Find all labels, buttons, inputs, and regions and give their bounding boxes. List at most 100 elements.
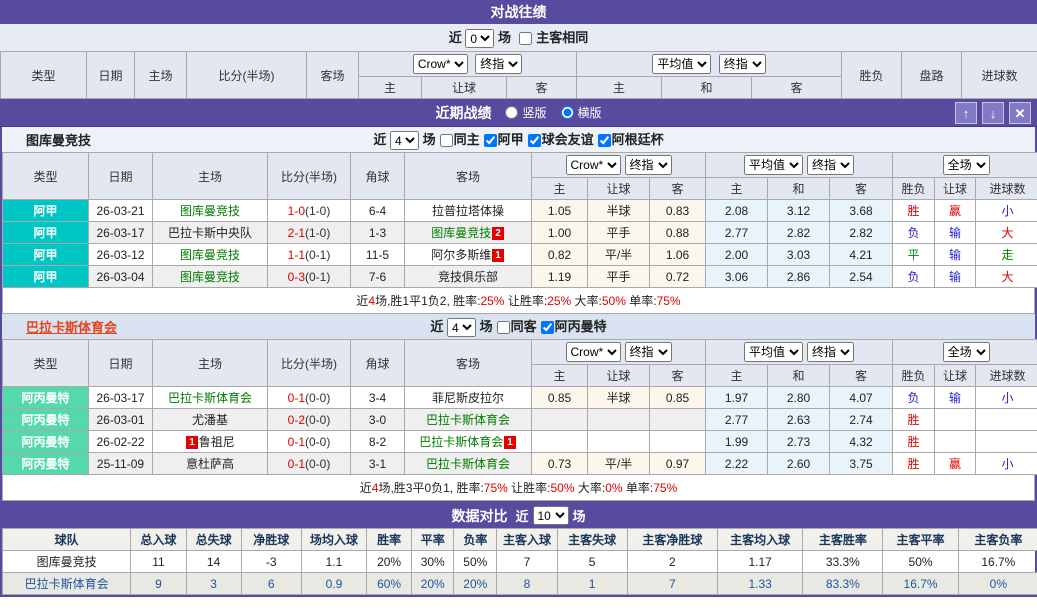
result-cell: 输 xyxy=(935,244,976,266)
layout-horizontal-option[interactable]: 横版 xyxy=(557,104,602,121)
section-filter: 近 4 场同主阿甲球会友谊阿根廷杯 xyxy=(2,129,1035,150)
recent-subcol-14: 进球数 xyxy=(976,178,1037,200)
vertical-radio[interactable] xyxy=(505,106,518,119)
h2h-col-handicap-path: 盘路 xyxy=(902,52,962,99)
recent-count-select[interactable]: 4 xyxy=(447,318,476,337)
h2h-europe-stage-select[interactable]: 终指 xyxy=(719,54,766,74)
summary-segment: 0% xyxy=(605,481,622,495)
close-button[interactable]: ✕ xyxy=(1009,102,1031,124)
comparison-col: 主客平率 xyxy=(883,529,958,551)
recent-titlebar: 近期战绩 竖版 横版 ↑ ↓ ✕ xyxy=(0,99,1037,127)
bookmaker-select[interactable]: 终指 xyxy=(625,155,672,175)
score-cell: 0-1(0-0) xyxy=(268,431,351,453)
h2h-col-away: 客场 xyxy=(307,52,359,99)
date-cell: 26-03-01 xyxy=(89,409,153,431)
summary-segment: 近 xyxy=(356,294,368,308)
filter-checkbox-option[interactable]: 阿甲 xyxy=(480,132,524,147)
handicap-odds-cell: 1.05 xyxy=(532,200,588,222)
handicap-odds-cell: 半球 xyxy=(588,387,650,409)
average-select[interactable]: 终指 xyxy=(807,155,854,175)
comparison-filter: 近 10 场 xyxy=(515,506,585,525)
filter-checkbox-option[interactable]: 同主 xyxy=(436,132,480,147)
bookmaker-select[interactable]: Crow* xyxy=(566,342,621,362)
comparison-col: 平率 xyxy=(412,529,454,551)
table-row: 阿丙曼特26-02-221鲁祖尼0-1(0-0)8-2巴拉卡斯体育会11.992… xyxy=(3,431,1037,453)
section-row: 巴拉卡斯体育会近 4 场同客阿丙曼特 xyxy=(2,314,1035,339)
result-cell: 小 xyxy=(976,453,1037,475)
h2h-average-select[interactable]: 平均值 xyxy=(652,54,711,74)
summary-segment: 25% xyxy=(480,294,504,308)
filter-checkbox-option[interactable]: 阿丙曼特 xyxy=(537,319,607,334)
horizontal-radio[interactable] xyxy=(561,106,574,119)
filter-checkbox[interactable] xyxy=(598,134,611,147)
scope-select[interactable]: 全场 xyxy=(943,342,990,362)
filter-checkbox-option[interactable]: 阿根廷杯 xyxy=(594,132,664,147)
team-name: 竞技俱乐部 xyxy=(438,270,498,284)
scope-select[interactable]: 全场 xyxy=(943,155,990,175)
h2h-handicap-stage-select[interactable]: 终指 xyxy=(475,54,522,74)
recent-col-0: 类型 xyxy=(3,153,89,200)
halftime-score: (0-0) xyxy=(305,457,330,471)
date-cell: 26-03-17 xyxy=(89,222,153,244)
recent-count-select[interactable]: 4 xyxy=(390,131,419,150)
europe-odds-cell: 2.80 xyxy=(768,387,830,409)
average-select[interactable]: 平均值 xyxy=(744,155,803,175)
filter-checkbox[interactable] xyxy=(528,134,541,147)
stat-cell: 11 xyxy=(131,551,186,573)
section-filter: 近 4 场同客阿丙曼特 xyxy=(2,316,1035,337)
team-name: 意杜萨高 xyxy=(186,457,234,471)
team-name: 图库曼竞技 xyxy=(180,270,240,284)
europe-odds-cell: 2.82 xyxy=(768,222,830,244)
h2h-same-home-away-label: 主客相同 xyxy=(536,30,588,45)
recent-title: 近期战绩 xyxy=(435,103,491,123)
filter-checkbox[interactable] xyxy=(497,321,510,334)
corner-cell: 3-1 xyxy=(351,453,405,475)
section-team-title[interactable]: 巴拉卡斯体育会 xyxy=(26,317,117,336)
comparison-col: 净胜球 xyxy=(241,529,301,551)
filter-checkbox[interactable] xyxy=(484,134,497,147)
recent-count-label: 近 xyxy=(430,319,447,334)
card-badge: 1 xyxy=(504,436,516,449)
filter-checkbox-option[interactable]: 同客 xyxy=(493,319,537,334)
h2h-europe-select-group: 平均值 终指 xyxy=(577,52,842,77)
average-select[interactable]: 平均值 xyxy=(744,342,803,362)
comparison-recent-select[interactable]: 10 xyxy=(533,506,569,525)
recent-subcol-6: 主 xyxy=(532,178,588,200)
average-select[interactable]: 终指 xyxy=(807,342,854,362)
h2h-handicap-select-group: Crow* 终指 xyxy=(359,52,577,77)
handicap-odds-cell: 0.85 xyxy=(650,387,706,409)
recent-subcol-10: 和 xyxy=(768,365,830,387)
h2h-matches-label: 场 xyxy=(498,30,511,45)
bookmaker-select[interactable]: 终指 xyxy=(625,342,672,362)
filter-checkbox-label: 同主 xyxy=(454,132,480,147)
handicap-odds-cell: 平手 xyxy=(588,266,650,288)
result-cell: 输 xyxy=(935,266,976,288)
europe-odds-cell: 3.12 xyxy=(768,200,830,222)
score-cell: 1-0(1-0) xyxy=(268,200,351,222)
score-cell: 0-2(0-0) xyxy=(268,409,351,431)
recent-subcol-9: 主 xyxy=(706,178,768,200)
bookmaker-select[interactable]: Crow* xyxy=(566,155,621,175)
comparison-col: 总入球 xyxy=(131,529,186,551)
filter-checkbox[interactable] xyxy=(541,321,554,334)
filter-checkbox-option[interactable]: 球会友谊 xyxy=(524,132,594,147)
layout-vertical-option[interactable]: 竖版 xyxy=(501,104,546,121)
stat-cell: 30% xyxy=(412,551,454,573)
h2h-recent-select[interactable]: 0 xyxy=(465,29,494,48)
move-down-button[interactable]: ↓ xyxy=(982,102,1004,124)
europe-odds-cell: 2.77 xyxy=(706,409,768,431)
halftime-score: (0-0) xyxy=(305,435,330,449)
h2h-same-home-away-checkbox[interactable] xyxy=(519,32,532,45)
filter-checkbox[interactable] xyxy=(440,134,453,147)
table-row: 阿甲26-03-17巴拉卡斯中央队2-1(1-0)1-3图库曼竞技21.00平手… xyxy=(3,222,1037,244)
table-row: 阿甲26-03-12图库曼竞技1-1(0-1)11-5阿尔多斯维10.82平/半… xyxy=(3,244,1037,266)
score-cell: 1-1(0-1) xyxy=(268,244,351,266)
move-up-button[interactable]: ↑ xyxy=(955,102,977,124)
stat-cell: 5 xyxy=(557,551,627,573)
europe-odds-cell: 2.08 xyxy=(706,200,768,222)
h2h-bookmaker-select[interactable]: Crow* xyxy=(413,54,468,74)
summary-segment: 大率: xyxy=(571,294,602,308)
close-icon: ✕ xyxy=(1015,106,1026,121)
comparison-col: 主客失球 xyxy=(557,529,627,551)
team-name: 巴拉卡斯中央队 xyxy=(168,226,252,240)
